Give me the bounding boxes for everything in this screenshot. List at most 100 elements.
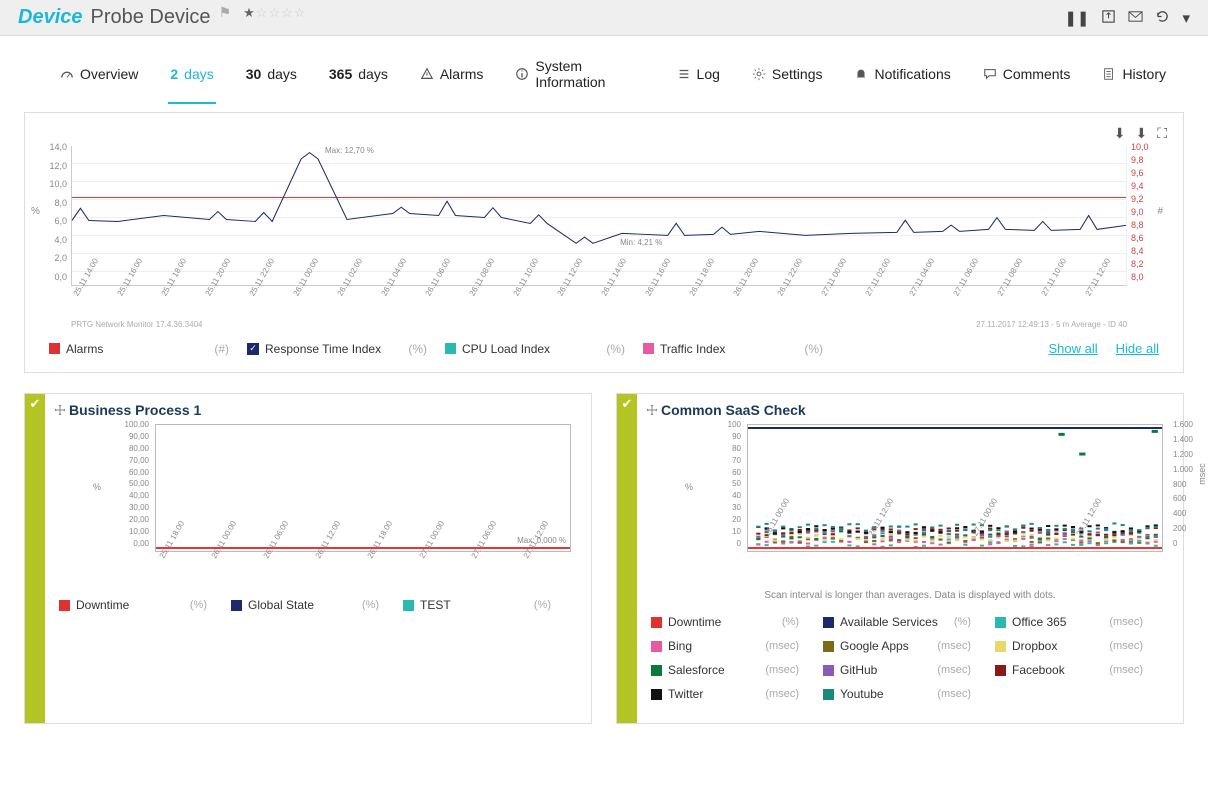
legend-item[interactable]: Salesforce(msec) [651, 663, 799, 677]
show-all-link[interactable]: Show all [1049, 341, 1098, 356]
footer-right: 27.11.2017 12:49:13 - 5 m Average - ID 4… [976, 320, 1127, 329]
legend-item[interactable]: Office 365(msec) [995, 615, 1143, 629]
legend-swatch [823, 641, 834, 652]
title-block: Device Probe Device ⚑ ★ ☆ ☆ ☆ ☆ [18, 6, 301, 29]
legend-item[interactable]: Twitter(msec) [651, 687, 799, 701]
legend-item[interactable]: GitHub(msec) [823, 663, 971, 677]
legend-checkbox[interactable]: ✓ [247, 343, 259, 355]
main-chart[interactable]: % # 14,012,010,08,06,04,02,00,0 10,09,89… [71, 146, 1127, 316]
tab-label: days [358, 66, 388, 82]
export-icon[interactable] [1101, 9, 1116, 27]
tab-sysinfo[interactable]: System Information [513, 52, 646, 104]
legend-item[interactable]: Traffic Index(%) [643, 342, 823, 356]
legend-item[interactable]: Google Apps (msec) [823, 639, 971, 653]
tab-notifications[interactable]: Notifications [852, 52, 952, 104]
legend-item[interactable]: ✓Response Time Index(%) [247, 342, 427, 356]
legend-label: Bing [668, 639, 692, 653]
legend-item[interactable]: Downtime (%) [651, 615, 799, 629]
legend-item[interactable]: Available Services(%) [823, 615, 971, 629]
info-icon [515, 67, 529, 81]
legend-label: Dropbox [1012, 639, 1057, 653]
chart-tools: ⬇ ⬇ ⛶ [41, 125, 1167, 142]
header-bar: Device Probe Device ⚑ ★ ☆ ☆ ☆ ☆ ❚❚ ▾ [0, 0, 1208, 36]
download-icon[interactable]: ⬇ [1135, 125, 1147, 142]
legend-item[interactable]: Bing(msec) [651, 639, 799, 653]
legend-swatch [823, 689, 834, 700]
legend-label: Downtime [668, 615, 721, 629]
x-axis: 25.11 14:0025.11 16:0025.11 18:0025.11 2… [71, 288, 1127, 316]
legend-unit: (%) [782, 616, 799, 628]
chevron-down-icon[interactable]: ▾ [1182, 9, 1190, 27]
star-icon[interactable]: ☆ [268, 5, 280, 21]
sensor-title: Common SaaS Check [661, 402, 806, 418]
star-icon[interactable]: ★ [243, 5, 255, 21]
legend-item[interactable]: Youtube(msec) [823, 687, 971, 701]
star-icon[interactable]: ☆ [281, 5, 293, 21]
legend-unit: (%) [606, 342, 625, 356]
legend-item[interactable]: Global State (%) [231, 598, 379, 612]
tab-30days[interactable]: 30days [244, 52, 299, 104]
tab-alarms[interactable]: Alarms [418, 52, 486, 104]
email-icon[interactable] [1128, 9, 1143, 27]
tab-comments[interactable]: Comments [981, 52, 1073, 104]
priority-stars[interactable]: ★ ☆ ☆ ☆ ☆ [243, 5, 305, 21]
legend-swatch [651, 641, 662, 652]
tab-label: Overview [80, 66, 138, 82]
tab-num: 365 [329, 66, 352, 82]
legend-label: Global State [248, 598, 314, 612]
legend-label: Salesforce [668, 663, 725, 677]
legend-item[interactable]: Facebook(msec) [995, 663, 1143, 677]
chart-footer: PRTG Network Monitor 17.4.36.3404 27.11.… [71, 320, 1127, 329]
legend-unit: (msec) [937, 664, 971, 676]
legend-unit: (msec) [1109, 640, 1143, 652]
hide-all-link[interactable]: Hide all [1116, 341, 1159, 356]
y-axis-right-unit: # [1157, 206, 1163, 217]
y2-unit: msec [1197, 463, 1207, 485]
download-icon[interactable]: ⬇ [1114, 125, 1126, 142]
legend-item[interactable]: TEST(%) [403, 598, 551, 612]
mini-chart: % 100,0090,0080,0070,0060,0050,0040,0030… [135, 424, 571, 584]
sensor-saas-check[interactable]: ✔ Common SaaS Check % msec 1009080706050… [616, 393, 1184, 724]
legend-unit: (msec) [937, 640, 971, 652]
legend-swatch [995, 641, 1006, 652]
y-axis: 100,0090,0080,0070,0060,0050,0040,0030,0… [117, 420, 149, 548]
legend-item[interactable]: CPU Load Index(%) [445, 342, 625, 356]
legend-unit: (%) [954, 616, 971, 628]
legend-label: Alarms [66, 342, 103, 356]
legend-unit: (msec) [1109, 664, 1143, 676]
legend-swatch[interactable] [643, 343, 654, 354]
tab-2days[interactable]: 2days [168, 52, 215, 104]
legend-unit: (%) [408, 342, 427, 356]
refresh-icon[interactable] [1155, 9, 1170, 27]
legend-item[interactable]: Alarms (#) [49, 342, 229, 356]
legend-swatch [59, 600, 70, 611]
legend-item[interactable]: Downtime(%) [59, 598, 207, 612]
expand-icon[interactable]: ⛶ [1157, 125, 1167, 142]
pause-icon[interactable]: ❚❚ [1064, 9, 1089, 27]
legend-unit: (msec) [765, 688, 799, 700]
tab-row: Overview 2days 30days 365 days Alarms Sys… [0, 36, 1208, 104]
tab-log[interactable]: Log [675, 52, 722, 104]
legend-swatch [995, 665, 1006, 676]
tab-365days[interactable]: 365 days [327, 52, 390, 104]
drag-handle-icon[interactable] [55, 405, 65, 415]
star-icon[interactable]: ☆ [256, 5, 268, 21]
legend-label: Google Apps [840, 639, 909, 653]
tab-history[interactable]: History [1100, 52, 1168, 104]
sensor-business-process[interactable]: ✔ Business Process 1 % 100,0090,0080,007… [24, 393, 592, 724]
legend-item[interactable]: Dropbox (msec) [995, 639, 1143, 653]
title-prefix: Device [18, 6, 83, 29]
footer-left: PRTG Network Monitor 17.4.36.3404 [71, 320, 202, 329]
tab-label: days [184, 66, 214, 82]
tab-overview[interactable]: Overview [58, 52, 140, 104]
star-icon[interactable]: ☆ [294, 5, 306, 21]
legend-swatch [231, 600, 242, 611]
legend-unit: (%) [362, 599, 379, 611]
legend-swatch [403, 600, 414, 611]
legend-swatch[interactable] [49, 343, 60, 354]
legend-swatch[interactable] [445, 343, 456, 354]
legend-unit: (#) [214, 342, 229, 356]
tab-settings[interactable]: Settings [750, 52, 825, 104]
flag-icon[interactable]: ⚑ [219, 4, 232, 21]
drag-handle-icon[interactable] [647, 405, 657, 415]
